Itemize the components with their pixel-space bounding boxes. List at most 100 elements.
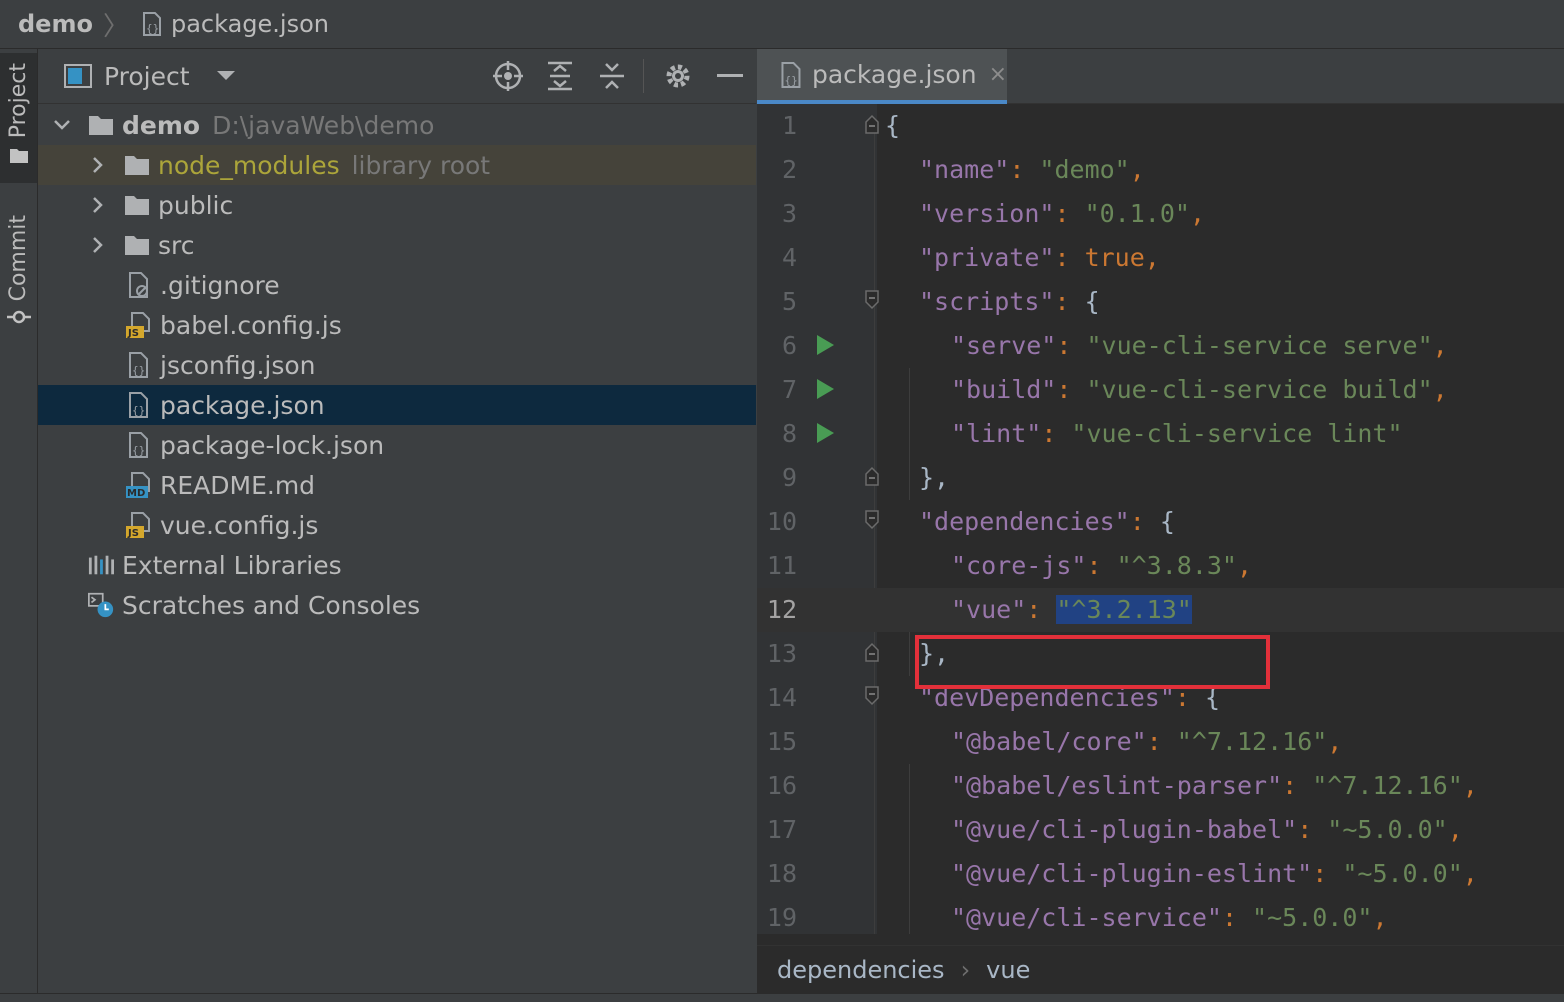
tree-item-vue-config[interactable]: JS vue.config.js [38, 505, 756, 545]
locate-file-button[interactable] [491, 59, 525, 93]
json-file-icon: {} [126, 392, 152, 418]
tree-item-label: babel.config.js [160, 310, 342, 340]
tree-item-label: package.json [160, 390, 325, 420]
code-text: "name": "demo", [919, 155, 1145, 184]
project-view-icon [64, 64, 92, 88]
breadcrumb-separator: 〉 [102, 11, 129, 42]
fold-open-icon[interactable] [865, 686, 879, 706]
tree-item-babel-config[interactable]: JS babel.config.js [38, 305, 756, 345]
scratches-icon [88, 592, 114, 618]
chevron-right-icon[interactable] [88, 235, 108, 255]
tree-item-gitignore[interactable]: .gitignore [38, 265, 756, 305]
chevron-right-icon[interactable] [88, 155, 108, 175]
line-number: 11 [766, 551, 797, 580]
code-line: 17 "@vue/cli-plugin-babel": "~5.0.0", [757, 808, 1564, 852]
settings-button[interactable] [661, 59, 695, 93]
tree-item-label: node_modules [158, 150, 340, 180]
code-text: "@babel/eslint-parser": "^7.12.16", [951, 771, 1478, 800]
libraries-icon [88, 552, 114, 578]
code-line: 9 }, [757, 456, 1564, 500]
code-line: 19 "@vue/cli-service": "~5.0.0", [757, 896, 1564, 940]
crosshair-icon [493, 61, 523, 91]
fold-open-icon[interactable] [865, 114, 879, 134]
fold-open-icon[interactable] [865, 510, 879, 530]
tree-item-jsconfig[interactable]: {} jsconfig.json [38, 345, 756, 385]
tree-item-node-modules[interactable]: node_modules library root [38, 145, 756, 185]
tree-item-demo[interactable]: demo D:\javaWeb\demo [38, 105, 756, 145]
line-number: 9 [781, 463, 797, 492]
hide-panel-button[interactable] [713, 59, 747, 93]
breadcrumb-root[interactable]: demo [18, 10, 93, 38]
code-text: "@vue/cli-plugin-eslint": "~5.0.0", [951, 859, 1478, 888]
fold-close-icon[interactable] [865, 466, 879, 486]
json-file-icon: {} [126, 432, 152, 458]
tree-item-src[interactable]: src [38, 225, 756, 265]
svg-text:{}: {} [132, 444, 145, 457]
chevron-down-icon[interactable] [52, 115, 72, 135]
tree-item-readme[interactable]: MD README.md [38, 465, 756, 505]
run-icon[interactable] [817, 423, 834, 443]
line-number: 8 [781, 419, 797, 448]
chevron-right-icon[interactable] [88, 195, 108, 215]
code-line: 6 "serve": "vue-cli-service serve", [757, 324, 1564, 368]
svg-text:MD: MD [127, 488, 145, 499]
tree-item-label: Scratches and Consoles [122, 590, 421, 620]
project-panel: Project demo D:\javaWeb\demo node_module… [38, 49, 756, 1001]
tree-item-label: jsconfig.json [160, 350, 316, 380]
code-text: "@babel/core": "^7.12.16", [951, 727, 1343, 756]
line-number: 6 [781, 331, 797, 360]
project-view-selector[interactable]: Project [104, 62, 190, 91]
svg-text:{}: {} [784, 74, 797, 87]
code-line: 18 "@vue/cli-plugin-eslint": "~5.0.0", [757, 852, 1564, 896]
fold-open-icon[interactable] [865, 290, 879, 310]
line-number: 13 [766, 639, 797, 668]
collapse-all-button[interactable] [595, 59, 629, 93]
line-number: 14 [766, 683, 797, 712]
fold-close-icon[interactable] [865, 642, 879, 662]
json-file-icon: {} [126, 352, 152, 378]
breadcrumb-file[interactable]: {} package.json [139, 10, 329, 38]
tree-item-label: src [158, 230, 195, 260]
gear-icon [666, 64, 690, 88]
tree-item-package-json[interactable]: {} package.json [38, 385, 756, 425]
tree-item-label: README.md [160, 470, 316, 500]
editor-breadcrumb: dependencies › vue [757, 945, 1564, 994]
folder-icon [124, 152, 150, 178]
tree-item-label: External Libraries [122, 550, 342, 580]
code-text: "vue": "^3.2.13" [951, 595, 1192, 624]
code-text: "@vue/cli-plugin-babel": "~5.0.0", [951, 815, 1463, 844]
expand-all-button[interactable] [543, 59, 577, 93]
code-line: 11 "core-js": "^3.8.3", [757, 544, 1564, 588]
chevron-down-icon[interactable] [216, 70, 236, 82]
line-number: 10 [766, 507, 797, 536]
tree-item-public[interactable]: public [38, 185, 756, 225]
close-icon[interactable]: × [989, 62, 1007, 87]
tree-item-external-libraries[interactable]: External Libraries [38, 545, 756, 585]
editor-breadcrumb-item[interactable]: dependencies [777, 956, 945, 984]
toolbar-divider [643, 59, 644, 93]
run-icon[interactable] [817, 379, 834, 399]
minimize-icon [717, 74, 743, 77]
javascript-file-icon: JS [126, 312, 152, 339]
project-panel-header: Project [38, 49, 756, 104]
editor-breadcrumb-item[interactable]: vue [986, 956, 1030, 984]
code-text: "private": true, [919, 243, 1160, 272]
tree-item-package-lock[interactable]: {} package-lock.json [38, 425, 756, 465]
tree-item-label: demo [122, 110, 201, 140]
project-tool-tab-label: Project [6, 63, 31, 139]
markdown-file-icon: MD [126, 472, 152, 499]
run-icon[interactable] [817, 335, 834, 355]
project-tool-tab[interactable]: Project [0, 53, 37, 183]
tree-item-scratches[interactable]: Scratches and Consoles [38, 585, 756, 625]
code-text: "serve": "vue-cli-service serve", [951, 331, 1448, 360]
navigation-bar: demo 〉 {} package.json [0, 0, 1564, 49]
tab-package-json[interactable]: {} package.json × [757, 49, 1007, 104]
code-area[interactable]: 1 { 2 "name": "demo", 3 "version": "0.1.… [757, 104, 1564, 934]
tree-item-hint: library root [351, 150, 491, 180]
line-number: 16 [766, 771, 797, 800]
tree-item-label: .gitignore [160, 270, 280, 300]
folder-icon [124, 232, 150, 258]
tool-window-strip: Project Commit [0, 49, 38, 1001]
code-text: }, [919, 463, 950, 492]
commit-tool-tab[interactable]: Commit [0, 209, 37, 339]
